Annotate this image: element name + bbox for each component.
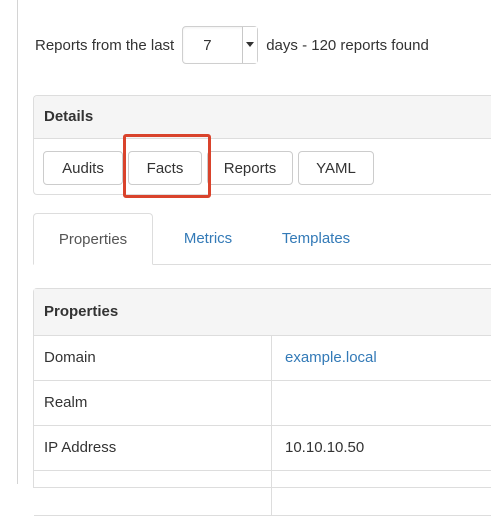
tab-templates[interactable]: Templates [265,213,367,265]
audits-button[interactable]: Audits [43,151,123,185]
property-value: 10.10.10.50 [285,439,365,456]
filter-suffix-label: days - 120 reports found [266,36,429,54]
property-key: Domain [44,349,96,366]
yaml-button[interactable]: YAML [298,151,374,185]
column-divider [271,336,272,380]
details-heading: Details [34,96,491,139]
caret-down-icon [246,42,255,47]
details-panel: Details Audits Facts Reports YAML [33,95,491,195]
tab-bar: Properties Metrics Templates [33,213,491,265]
facts-button[interactable]: Facts [128,151,202,185]
filter-prefix-label: Reports from the last [35,36,175,54]
column-divider [271,426,272,470]
properties-heading: Properties [34,289,491,336]
property-key: IP Address [44,439,117,456]
tab-metrics[interactable]: Metrics [163,213,253,265]
property-key: Realm [44,394,88,411]
days-select-value: 7 [203,37,212,54]
property-value-link[interactable]: example.local [285,349,377,366]
column-divider [271,381,272,425]
table-row: Domain example.local [34,336,491,381]
reports-button[interactable]: Reports [207,151,293,185]
table-row: IP Address 10.10.10.50 [34,426,491,471]
tab-properties[interactable]: Properties [33,213,153,265]
table-row [34,471,491,516]
properties-panel: Properties Domain example.local Realm IP… [33,288,491,516]
column-divider [271,471,272,515]
select-arrow[interactable] [242,27,258,63]
days-select[interactable]: 7 [182,26,259,64]
report-filter: Reports from the last 7 days - 120 repor… [35,22,429,68]
details-button-group: Audits Facts Reports YAML [43,151,379,185]
table-row: Realm [34,381,491,426]
